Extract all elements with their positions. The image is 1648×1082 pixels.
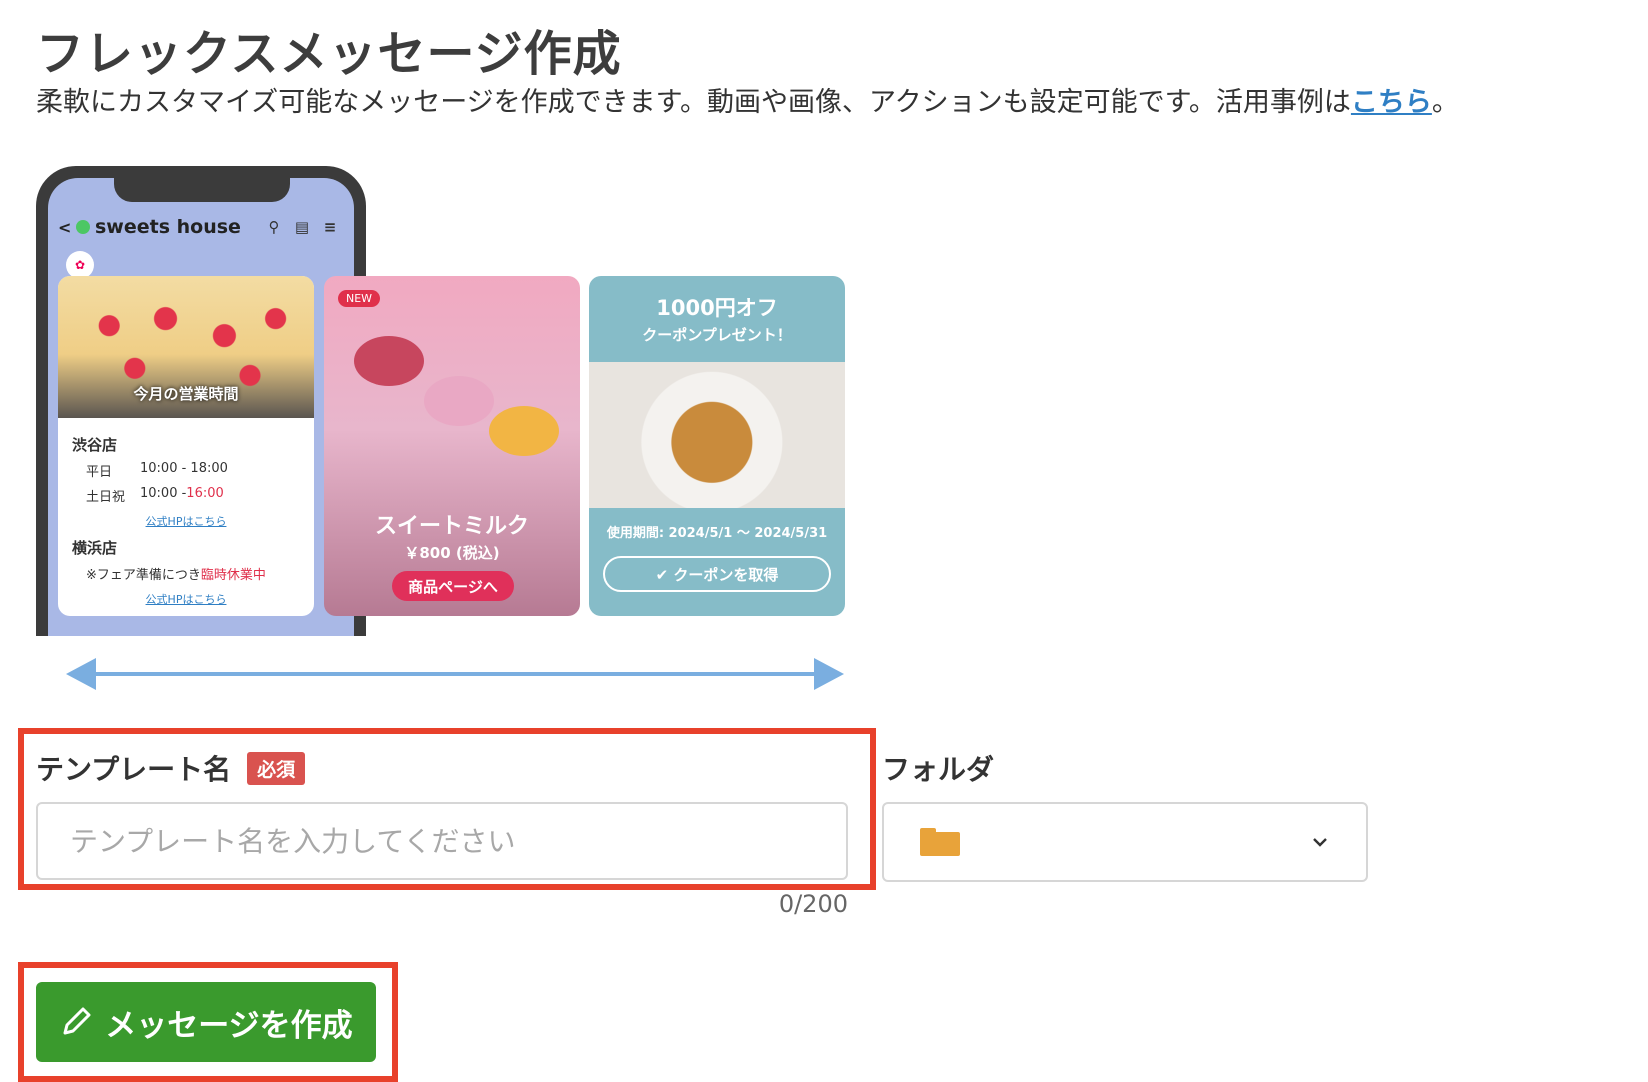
hp-link: 公式HPはこちら: [145, 515, 227, 528]
card-hours: 今月の営業時間 渋谷店 平日 10:00 - 18:00 土日祝 10:00 - 1…: [58, 276, 314, 616]
hours-day: 土日祝: [86, 490, 126, 505]
product-button: 商品ページへ: [392, 571, 514, 601]
scroll-arrow-icon: [66, 658, 844, 690]
menu-icon: ≡: [323, 218, 337, 236]
coupon-period: 使用期間: 2024/5/1 ～ 2024/5/31: [606, 526, 828, 541]
back-icon: <: [58, 217, 72, 237]
phone-notch: [114, 176, 290, 202]
folder-icon: [920, 828, 960, 856]
hp-link: 公式HPはこちら: [145, 593, 227, 606]
hours-row: 土日祝 10:00 - 16:00: [86, 486, 300, 505]
avatar: ✿: [66, 251, 94, 279]
hours-close: 16:00: [186, 486, 224, 501]
coupon-subheadline: クーポンプレゼント！: [642, 326, 792, 344]
donut-image: [354, 336, 424, 386]
hours-time: 10:00 - 18:00: [140, 461, 228, 476]
search-icon: ⚲: [268, 218, 280, 236]
donut-image: [424, 376, 494, 426]
product-price: ￥800 (税込): [404, 544, 500, 562]
card-product: NEW スイートミルク ￥800 (税込) 商品ページへ: [324, 276, 580, 616]
store-name: 横浜店: [72, 539, 118, 557]
account-name: sweets house: [95, 216, 241, 238]
notes-icon: ▤: [294, 218, 310, 236]
note-red: 臨時休業中: [200, 568, 266, 583]
chevron-down-icon: [1313, 838, 1327, 847]
closure-note: ※フェア準備につき 臨時休業中: [86, 564, 300, 583]
char-counter: 0/200: [778, 890, 848, 918]
hours-time: 10:00 -: [140, 486, 187, 501]
examples-link[interactable]: こちら: [1351, 87, 1432, 118]
coupon-button: ✔ クーポンを取得: [603, 556, 831, 592]
store-name: 渋谷店: [72, 436, 118, 454]
description-end: 。: [1431, 87, 1459, 118]
cake-image: 今月の営業時間: [58, 276, 314, 418]
coupon-headline: 1000円オフ: [656, 296, 778, 320]
chat-header: < sweets house ⚲ ▤ ≡: [58, 214, 344, 240]
hours-row: 平日 10:00 - 18:00: [86, 461, 300, 480]
highlight-template-field: [18, 728, 876, 890]
pancake-image: [589, 362, 845, 508]
hours-body: 渋谷店 平日 10:00 - 18:00 土日祝 10:00 - 16:00 公式H…: [58, 418, 314, 616]
verified-icon: [76, 220, 90, 234]
description-text: 柔軟にカスタマイズ可能なメッセージを作成できます。動画や画像、アクションも設定可…: [36, 87, 1351, 118]
note-text: ※フェア準備につき: [86, 568, 201, 583]
donut-image: [489, 406, 559, 456]
card-coupon: 1000円オフ クーポンプレゼント！ 使用期間: 2024/5/1 ～ 2024…: [589, 276, 845, 616]
page-title: フレックスメッセージ作成: [36, 26, 622, 82]
product-title: スイートミルク: [374, 514, 529, 539]
card-caption: 今月の営業時間: [133, 385, 239, 403]
hours-day: 平日: [86, 465, 113, 480]
folder-select[interactable]: [882, 802, 1368, 882]
new-badge: NEW: [338, 290, 381, 307]
folder-label: フォルダ: [882, 753, 995, 786]
page-description: 柔軟にカスタマイズ可能なメッセージを作成できます。動画や画像、アクションも設定可…: [36, 80, 1459, 119]
highlight-create-button: [18, 962, 398, 1082]
